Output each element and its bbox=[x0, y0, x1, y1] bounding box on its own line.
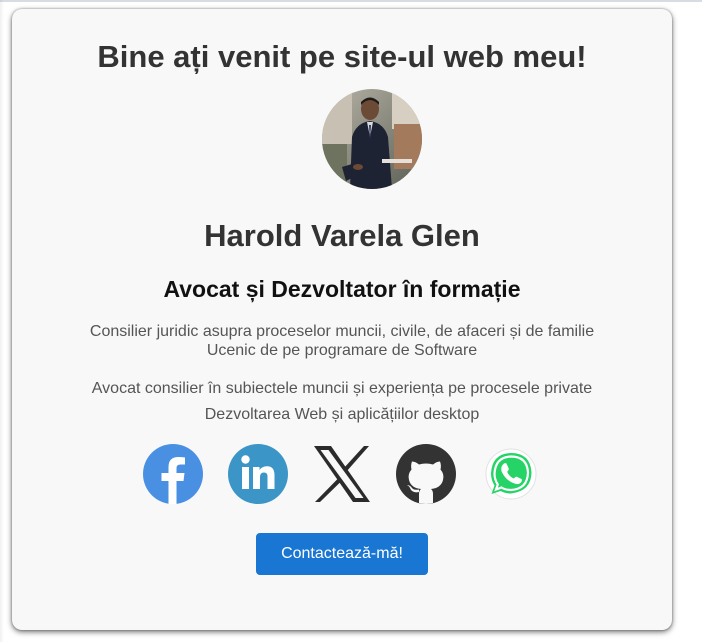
welcome-title: Bine ați venit pe site-ul web meu! bbox=[97, 39, 587, 74]
page-left-edge bbox=[0, 0, 4, 642]
profile-role: Avocat și Dezvoltator în formație bbox=[163, 276, 521, 302]
x-icon bbox=[314, 446, 370, 502]
linkedin-link[interactable] bbox=[227, 443, 289, 505]
profile-card: Bine ați venit pe site-ul web meu! Harol… bbox=[12, 9, 672, 630]
whatsapp-link[interactable] bbox=[480, 443, 542, 505]
contact-button[interactable]: Contactează-mă! bbox=[256, 533, 428, 575]
profile-name: Harold Varela Glen bbox=[204, 218, 480, 253]
page-top-border bbox=[0, 0, 702, 2]
github-icon bbox=[396, 444, 456, 504]
avatar bbox=[322, 89, 422, 189]
github-link[interactable] bbox=[395, 443, 457, 505]
facebook-icon bbox=[143, 444, 203, 504]
linkedin-icon bbox=[228, 444, 288, 504]
summary-line: Avocat consilier în subiectele muncii și… bbox=[91, 380, 593, 397]
facebook-link[interactable] bbox=[142, 443, 204, 505]
whatsapp-icon bbox=[485, 448, 537, 500]
profile-description: Consilier juridic asupra proceselor munc… bbox=[12, 322, 672, 360]
description-line: Consilier juridic asupra proceselor munc… bbox=[89, 323, 595, 340]
description-line: Ucenic de pe programare de Software bbox=[206, 342, 478, 359]
x-link[interactable] bbox=[311, 443, 373, 505]
summary-line: Dezvoltarea Web și aplicățiilor desktop bbox=[204, 406, 480, 423]
